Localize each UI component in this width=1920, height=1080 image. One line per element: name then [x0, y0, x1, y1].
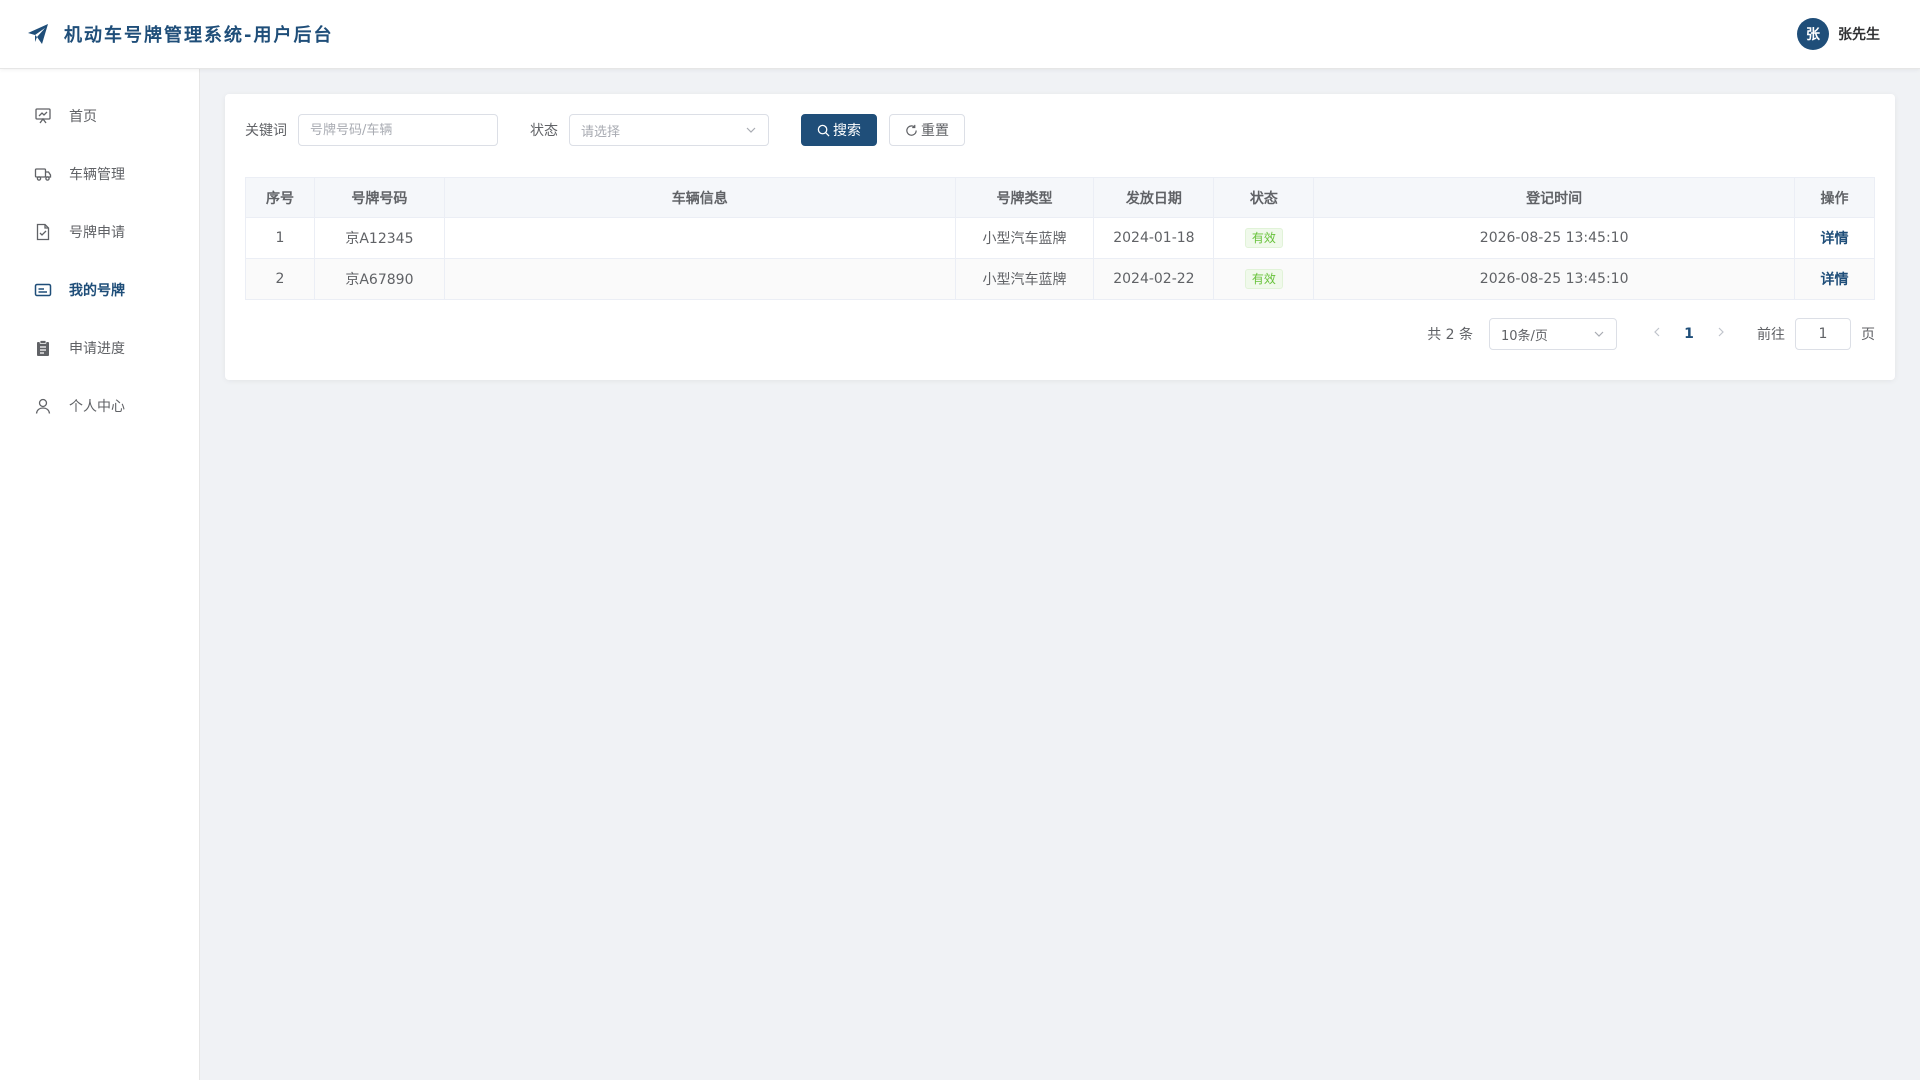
status-select-placeholder: 请选择 — [581, 124, 621, 140]
sidebar-item-label: 我的号牌 — [69, 283, 125, 299]
cell-action: 详情 — [1794, 217, 1875, 259]
user-menu[interactable]: 张 张先生 — [1797, 18, 1880, 50]
goto-page-input[interactable]: 1 — [1795, 318, 1851, 350]
next-page-button[interactable] — [1705, 326, 1737, 342]
table-header-row: 序号 号牌号码 车辆信息 号牌类型 发放日期 状态 登记时间 操作 — [245, 177, 1875, 218]
column-header: 操作 — [1794, 177, 1875, 218]
keyword-label: 关键词 — [245, 123, 287, 139]
table-row: 1 京A12345 小型汽车蓝牌 2024-01-18 有效 2026-08-2… — [245, 217, 1875, 259]
detail-link[interactable]: 详情 — [1821, 231, 1849, 247]
detail-link[interactable]: 详情 — [1821, 272, 1849, 288]
cell-plate: 京A12345 — [313, 217, 445, 259]
sidebar-item-label: 号牌申请 — [69, 225, 125, 241]
reset-button[interactable]: 重置 — [889, 114, 965, 146]
chevron-right-icon — [1718, 327, 1724, 337]
page-size-value: 10条/页 — [1501, 328, 1548, 344]
avatar[interactable]: 张 — [1797, 18, 1829, 50]
status-select[interactable]: 请选择 — [569, 114, 769, 146]
chevron-left-icon — [1654, 327, 1660, 337]
app-header: 机动车号牌管理系统-用户后台 张 张先生 — [0, 0, 1920, 69]
user-icon — [35, 398, 51, 414]
search-bar: 关键词 状态 请选择 搜索 重置 — [245, 114, 1875, 146]
cell-type: 小型汽车蓝牌 — [954, 217, 1095, 259]
column-header: 车辆信息 — [443, 177, 956, 218]
search-icon — [817, 124, 830, 137]
cell-plate: 京A67890 — [313, 258, 445, 300]
sidebar-item-label: 申请进度 — [69, 341, 125, 357]
status-label: 状态 — [530, 123, 558, 139]
paper-plane-icon — [28, 24, 48, 44]
sidebar: 首页 车辆管理 号牌申请 我的号牌 申请进度 个人中心 — [0, 69, 200, 1080]
pagination: 共 2 条 10条/页 1 前往 1 页 — [245, 318, 1875, 350]
cell-status: 有效 — [1213, 217, 1315, 259]
cell-vehicle — [443, 217, 956, 259]
sidebar-item-home[interactable]: 首页 — [0, 87, 199, 145]
column-header: 号牌类型 — [954, 177, 1095, 218]
column-header: 状态 — [1213, 177, 1315, 218]
cell-date: 2024-01-18 — [1093, 217, 1215, 259]
sidebar-item-plate-apply[interactable]: 号牌申请 — [0, 203, 199, 261]
cell-registered: 2026-08-25 13:45:10 — [1313, 258, 1795, 300]
goto-label: 前往 — [1757, 327, 1785, 343]
plates-table: 序号 号牌号码 车辆信息 号牌类型 发放日期 状态 登记时间 操作 1 京A12… — [245, 177, 1875, 300]
search-button[interactable]: 搜索 — [801, 114, 877, 146]
clipboard-icon — [37, 340, 49, 356]
cell-action: 详情 — [1794, 258, 1875, 300]
column-header: 发放日期 — [1093, 177, 1215, 218]
cell-date: 2024-02-22 — [1093, 258, 1215, 300]
pagination-total: 共 2 条 — [1427, 327, 1473, 343]
cell-vehicle — [443, 258, 956, 300]
app-title: 机动车号牌管理系统-用户后台 — [64, 25, 334, 46]
page-size-select[interactable]: 10条/页 — [1489, 318, 1617, 350]
reset-button-label: 重置 — [921, 123, 949, 139]
status-badge: 有效 — [1244, 228, 1283, 248]
document-check-icon — [36, 223, 50, 241]
cell-type: 小型汽车蓝牌 — [954, 258, 1095, 300]
chart-icon — [35, 108, 51, 124]
search-button-label: 搜索 — [833, 123, 861, 139]
sidebar-item-profile[interactable]: 个人中心 — [0, 377, 199, 435]
sidebar-item-vehicles[interactable]: 车辆管理 — [0, 145, 199, 203]
sidebar-item-progress[interactable]: 申请进度 — [0, 319, 199, 377]
column-header: 登记时间 — [1313, 177, 1795, 218]
status-badge: 有效 — [1244, 269, 1283, 289]
truck-icon — [34, 168, 52, 181]
sidebar-item-label: 个人中心 — [69, 399, 125, 415]
prev-page-button[interactable] — [1641, 326, 1673, 342]
cell-index: 2 — [245, 258, 315, 300]
content-card: 关键词 状态 请选择 搜索 重置 序号 号牌号码 车辆信息 号牌类型 发放日期 … — [225, 94, 1895, 380]
card-icon — [34, 283, 52, 297]
column-header: 号牌号码 — [313, 177, 445, 218]
column-header: 序号 — [245, 177, 315, 218]
user-name[interactable]: 张先生 — [1838, 24, 1880, 44]
page-number-current[interactable]: 1 — [1673, 326, 1705, 342]
cell-index: 1 — [245, 217, 315, 259]
sidebar-item-label: 车辆管理 — [69, 167, 125, 183]
keyword-input[interactable] — [298, 114, 498, 146]
cell-status: 有效 — [1213, 258, 1315, 300]
cell-registered: 2026-08-25 13:45:10 — [1313, 217, 1795, 259]
chevron-down-icon — [746, 127, 756, 133]
sidebar-item-label: 首页 — [69, 109, 97, 125]
page-suffix: 页 — [1861, 327, 1875, 343]
brand: 机动车号牌管理系统-用户后台 — [26, 21, 333, 47]
sidebar-item-my-plates[interactable]: 我的号牌 — [0, 261, 199, 319]
table-row: 2 京A67890 小型汽车蓝牌 2024-02-22 有效 2026-08-2… — [245, 258, 1875, 300]
refresh-icon — [906, 124, 917, 136]
chevron-down-icon — [1594, 331, 1604, 337]
